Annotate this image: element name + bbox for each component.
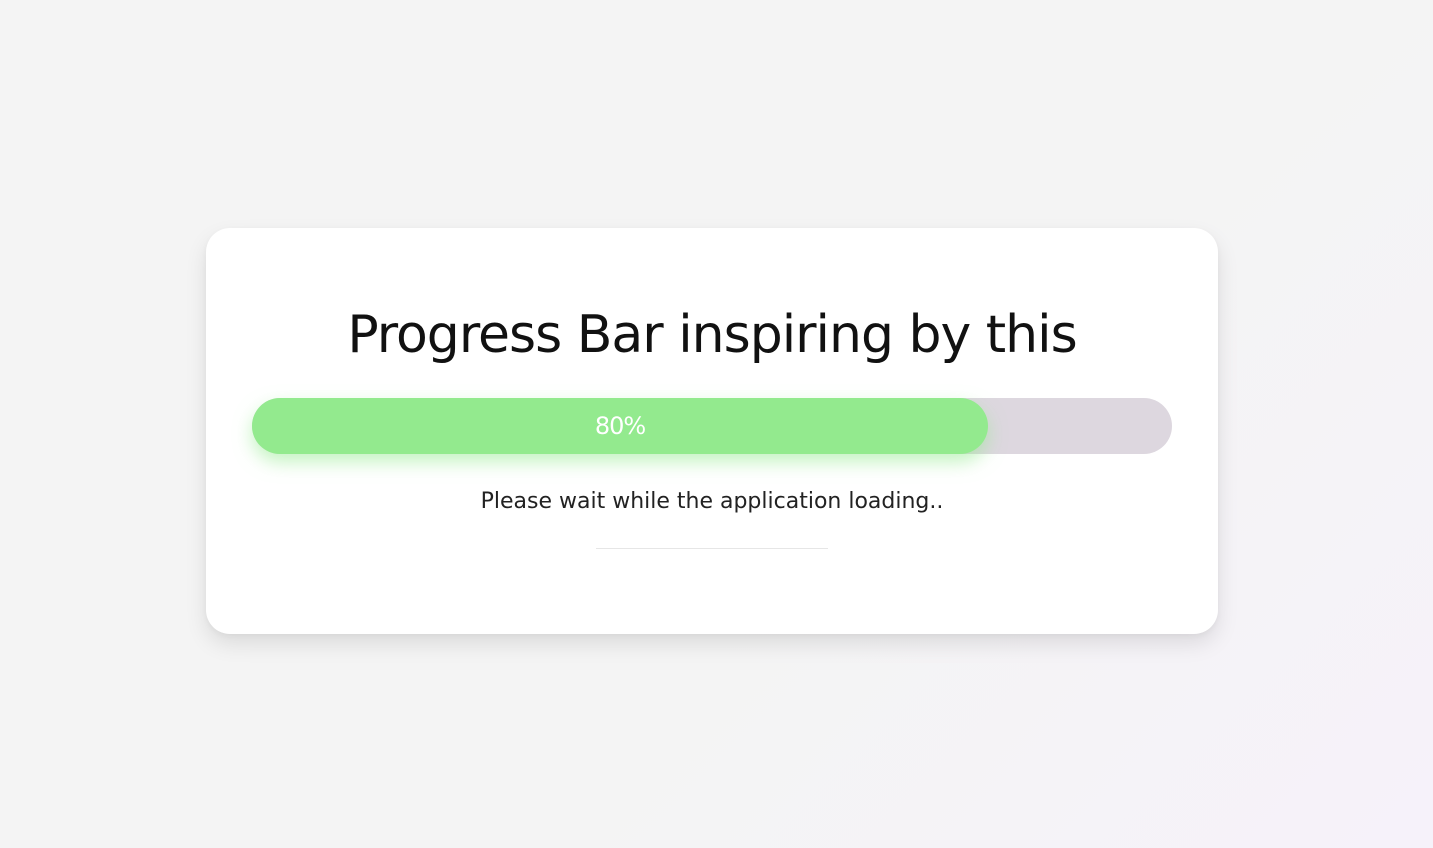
- loading-message: Please wait while the application loadin…: [480, 489, 944, 514]
- page-title: Progress Bar inspiring by this: [347, 305, 1077, 365]
- progress-card: Progress Bar inspiring by this 80% Pleas…: [206, 228, 1218, 634]
- progress-bar: 80%: [252, 398, 1172, 454]
- progress-fill: 80%: [252, 398, 988, 454]
- divider: [596, 548, 828, 549]
- progress-percent-label: 80%: [594, 412, 646, 440]
